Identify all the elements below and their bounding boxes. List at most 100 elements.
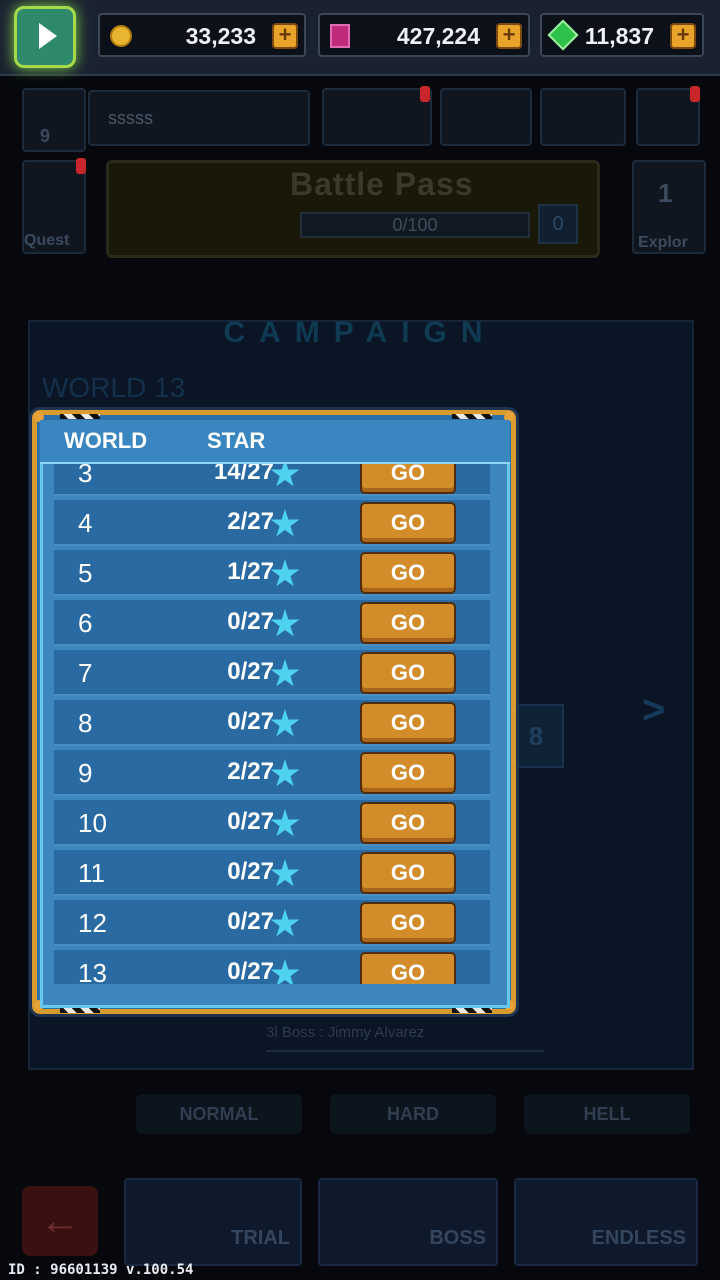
star-icon <box>270 809 300 837</box>
green-gem-currency: 11,837 + <box>540 13 704 57</box>
star-icon <box>270 509 300 537</box>
world-row: 10 0/27 GO <box>54 800 490 846</box>
world-row: 13 0/27 GO <box>54 950 490 984</box>
star-icon <box>270 909 300 937</box>
gold-coin-icon <box>110 25 132 47</box>
current-world-label: WORLD 13 <box>42 372 186 403</box>
player-level: 9 <box>40 126 51 146</box>
quest-label: Quest <box>24 232 70 249</box>
world-number: 12 <box>78 908 107 938</box>
mode-hard-button[interactable]: HARD <box>330 1094 496 1134</box>
mode-hell-button[interactable]: HELL <box>524 1094 690 1134</box>
notification-badge <box>690 86 700 102</box>
trophy-icon[interactable] <box>440 88 532 146</box>
trial-label: TRIAL <box>231 1227 290 1249</box>
pink-gem-icon <box>330 24 350 48</box>
green-gem-amount: 11,837 <box>584 23 654 49</box>
world-row: 4 2/27 GO <box>54 500 490 546</box>
go-button[interactable]: GO <box>360 852 456 894</box>
endless-label: ENDLESS <box>591 1227 686 1249</box>
go-button[interactable]: GO <box>360 702 456 744</box>
world-number: 6 <box>78 608 93 638</box>
star-icon <box>270 959 300 984</box>
notification-badge <box>76 158 86 174</box>
star-icon <box>270 759 300 787</box>
world-row: 9 2/27 GO <box>54 750 490 796</box>
green-gem-icon <box>547 19 579 51</box>
go-button[interactable]: GO <box>360 464 456 494</box>
go-button[interactable]: GO <box>360 952 456 984</box>
add-pink-gem-button[interactable]: + <box>496 23 522 49</box>
hazard-stripe <box>452 1008 492 1013</box>
go-button[interactable]: GO <box>360 602 456 644</box>
world-number: 7 <box>78 658 93 688</box>
next-arrow-icon[interactable]: > <box>642 688 665 733</box>
star-count: 0/27 <box>227 858 274 885</box>
world-number: 8 <box>78 708 93 738</box>
column-star-header: STAR <box>207 428 266 453</box>
boss-button[interactable]: BOSS <box>318 1178 498 1266</box>
star-count: 1/27 <box>227 558 274 585</box>
boss-info: 3l Boss : Jimmy Alvarez <box>266 1020 544 1052</box>
game-logo-button[interactable] <box>14 6 76 68</box>
pink-gem-amount: 427,224 <box>396 23 480 49</box>
star-count: 0/27 <box>227 608 274 635</box>
star-icon <box>270 559 300 587</box>
rank-button[interactable] <box>322 88 432 146</box>
world-number: 5 <box>78 558 93 588</box>
world-row: 12 0/27 GO <box>54 900 490 946</box>
world-number: 10 <box>78 808 107 838</box>
add-gold-button[interactable]: + <box>272 23 298 49</box>
world-row: 11 0/27 GO <box>54 850 490 896</box>
gold-currency: 33,233 + <box>98 13 306 57</box>
go-button[interactable]: GO <box>360 552 456 594</box>
star-count: 0/27 <box>227 958 274 984</box>
build-id: ID : 96601139 v.100.54 <box>8 1262 194 1278</box>
pink-gem-currency: 427,224 + <box>318 13 530 57</box>
go-button[interactable]: GO <box>360 752 456 794</box>
star-count: 0/27 <box>227 908 274 935</box>
go-button[interactable]: GO <box>360 652 456 694</box>
star-count: 0/27 <box>227 808 274 835</box>
explore-label: Explor <box>638 234 688 251</box>
world-number: 11 <box>78 858 105 888</box>
star-count: 0/27 <box>227 658 274 685</box>
star-icon <box>270 659 300 687</box>
go-button[interactable]: GO <box>360 802 456 844</box>
world-number: 3 <box>78 464 93 488</box>
world-number: 9 <box>78 758 93 788</box>
explore-value: 1 <box>658 178 673 208</box>
avatar[interactable] <box>22 88 86 152</box>
trial-button[interactable]: TRIAL <box>124 1178 302 1266</box>
battle-pass-progress: 0/100 <box>300 212 530 238</box>
mode-normal-button[interactable]: NORMAL <box>136 1094 302 1134</box>
go-button[interactable]: GO <box>360 502 456 544</box>
go-button[interactable]: GO <box>360 902 456 944</box>
star-icon <box>270 709 300 737</box>
world-row: 5 1/27 GO <box>54 550 490 596</box>
endless-button[interactable]: ENDLESS <box>514 1178 698 1266</box>
gold-amount: 33,233 <box>185 23 256 49</box>
stage-node[interactable]: 8 <box>508 704 564 768</box>
hazard-stripe <box>452 414 492 419</box>
add-green-gem-button[interactable]: + <box>670 23 696 49</box>
back-button[interactable]: ← <box>22 1186 98 1256</box>
star-count: 2/27 <box>227 758 274 785</box>
battle-pass-level: 0 <box>538 204 578 244</box>
campaign-title: CAMPAIGN <box>223 316 497 349</box>
notification-badge <box>420 86 430 102</box>
hazard-stripe <box>60 1008 100 1013</box>
star-icon <box>270 464 300 487</box>
star-icon <box>270 859 300 887</box>
player-name: sssss <box>108 108 153 128</box>
world-number: 13 <box>78 958 107 984</box>
world-row: 7 0/27 GO <box>54 650 490 696</box>
play-icon <box>39 23 57 49</box>
world-row: 3 14/27 GO <box>54 464 490 496</box>
star-icon <box>270 609 300 637</box>
world-number: 4 <box>78 508 93 538</box>
star-count: 2/27 <box>227 508 274 535</box>
world-list[interactable]: 3 14/27 GO 4 2/27 GO 5 1/27 GO 6 0/27 GO 7 0/27 GO 8 0/2… <box>46 464 504 984</box>
star-count: 0/27 <box>227 708 274 735</box>
leaderboard-button[interactable] <box>540 88 626 146</box>
